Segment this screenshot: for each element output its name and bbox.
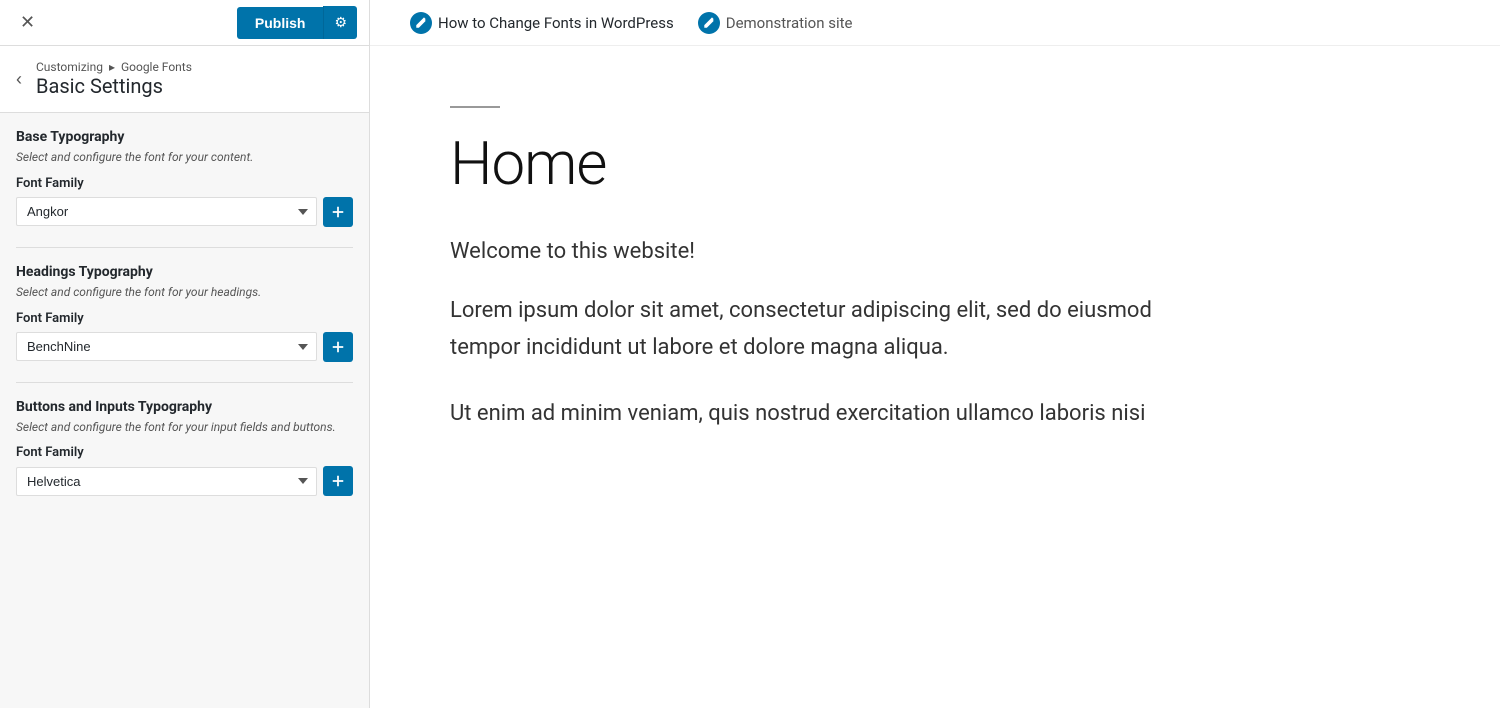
preview-body-text-2: Ut enim ad minim veniam, quis nostrud ex…: [450, 395, 1190, 432]
preview-link-2-label: Demonstration site: [726, 14, 853, 32]
divider-2: [16, 382, 353, 383]
headings-typography-section: Headings Typography Select and configure…: [16, 264, 353, 362]
buttons-inputs-desc: Select and configure the font for your i…: [16, 419, 353, 436]
base-font-select[interactable]: Angkor Arial Georgia Helvetica Roboto Op…: [16, 197, 317, 226]
headings-font-plus-button[interactable]: [323, 332, 353, 362]
buttons-font-row: Helvetica Arial Georgia Roboto Open Sans: [16, 466, 353, 496]
settings-button[interactable]: ⚙: [323, 6, 357, 39]
preview-link-2[interactable]: Demonstration site: [698, 12, 853, 34]
sidebar: ✕ Publish ⚙ ‹ Customizing ▸ Google Fonts…: [0, 0, 370, 708]
base-font-row: Angkor Arial Georgia Helvetica Roboto Op…: [16, 197, 353, 227]
preview-home-title: Home: [450, 128, 1190, 199]
settings-content: Base Typography Select and configure the…: [0, 113, 369, 708]
base-typography-section: Base Typography Select and configure the…: [16, 129, 353, 227]
buttons-font-select[interactable]: Helvetica Arial Georgia Roboto Open Sans: [16, 467, 317, 496]
preview-content: Home Welcome to this website! Lorem ipsu…: [370, 46, 1270, 492]
headings-typography-desc: Select and configure the font for your h…: [16, 284, 353, 301]
breadcrumb-part2: Google Fonts: [121, 60, 192, 74]
publish-button[interactable]: Publish: [237, 7, 324, 39]
breadcrumb-area: ‹ Customizing ▸ Google Fonts Basic Setti…: [0, 46, 369, 113]
preview-body-text-1: Lorem ipsum dolor sit amet, consectetur …: [450, 292, 1190, 367]
preview-header: How to Change Fonts in WordPress Demonst…: [370, 0, 1500, 46]
preview-welcome-text: Welcome to this website!: [450, 239, 1190, 264]
breadcrumb-nav: Customizing ▸ Google Fonts: [36, 60, 192, 74]
buttons-font-family-label: Font Family: [16, 445, 353, 460]
base-typography-title: Base Typography: [16, 129, 353, 145]
headings-typography-title: Headings Typography: [16, 264, 353, 280]
headings-font-row: BenchNine Arial Georgia Helvetica Roboto…: [16, 332, 353, 362]
close-button[interactable]: ✕: [12, 8, 43, 37]
buttons-inputs-title: Buttons and Inputs Typography: [16, 399, 353, 415]
main-preview: How to Change Fonts in WordPress Demonst…: [370, 0, 1500, 708]
edit-icon-1: [410, 12, 432, 34]
preview-divider: [450, 106, 500, 108]
page-title: Basic Settings: [36, 74, 192, 98]
publish-area: Publish ⚙: [237, 6, 357, 39]
preview-link-1[interactable]: How to Change Fonts in WordPress: [410, 12, 674, 34]
divider-1: [16, 247, 353, 248]
headings-font-family-label: Font Family: [16, 311, 353, 326]
base-font-family-label: Font Family: [16, 176, 353, 191]
breadcrumb-text: Customizing ▸ Google Fonts Basic Setting…: [36, 60, 192, 98]
base-typography-desc: Select and configure the font for your c…: [16, 149, 353, 166]
preview-link-1-label: How to Change Fonts in WordPress: [438, 14, 674, 32]
breadcrumb-sep: ▸: [109, 60, 115, 74]
back-button[interactable]: ‹: [10, 70, 28, 88]
top-bar: ✕ Publish ⚙: [0, 0, 369, 46]
breadcrumb-part1: Customizing: [36, 60, 103, 74]
base-font-plus-button[interactable]: [323, 197, 353, 227]
buttons-font-plus-button[interactable]: [323, 466, 353, 496]
headings-font-select[interactable]: BenchNine Arial Georgia Helvetica Roboto…: [16, 332, 317, 361]
buttons-inputs-section: Buttons and Inputs Typography Select and…: [16, 399, 353, 497]
edit-icon-2: [698, 12, 720, 34]
